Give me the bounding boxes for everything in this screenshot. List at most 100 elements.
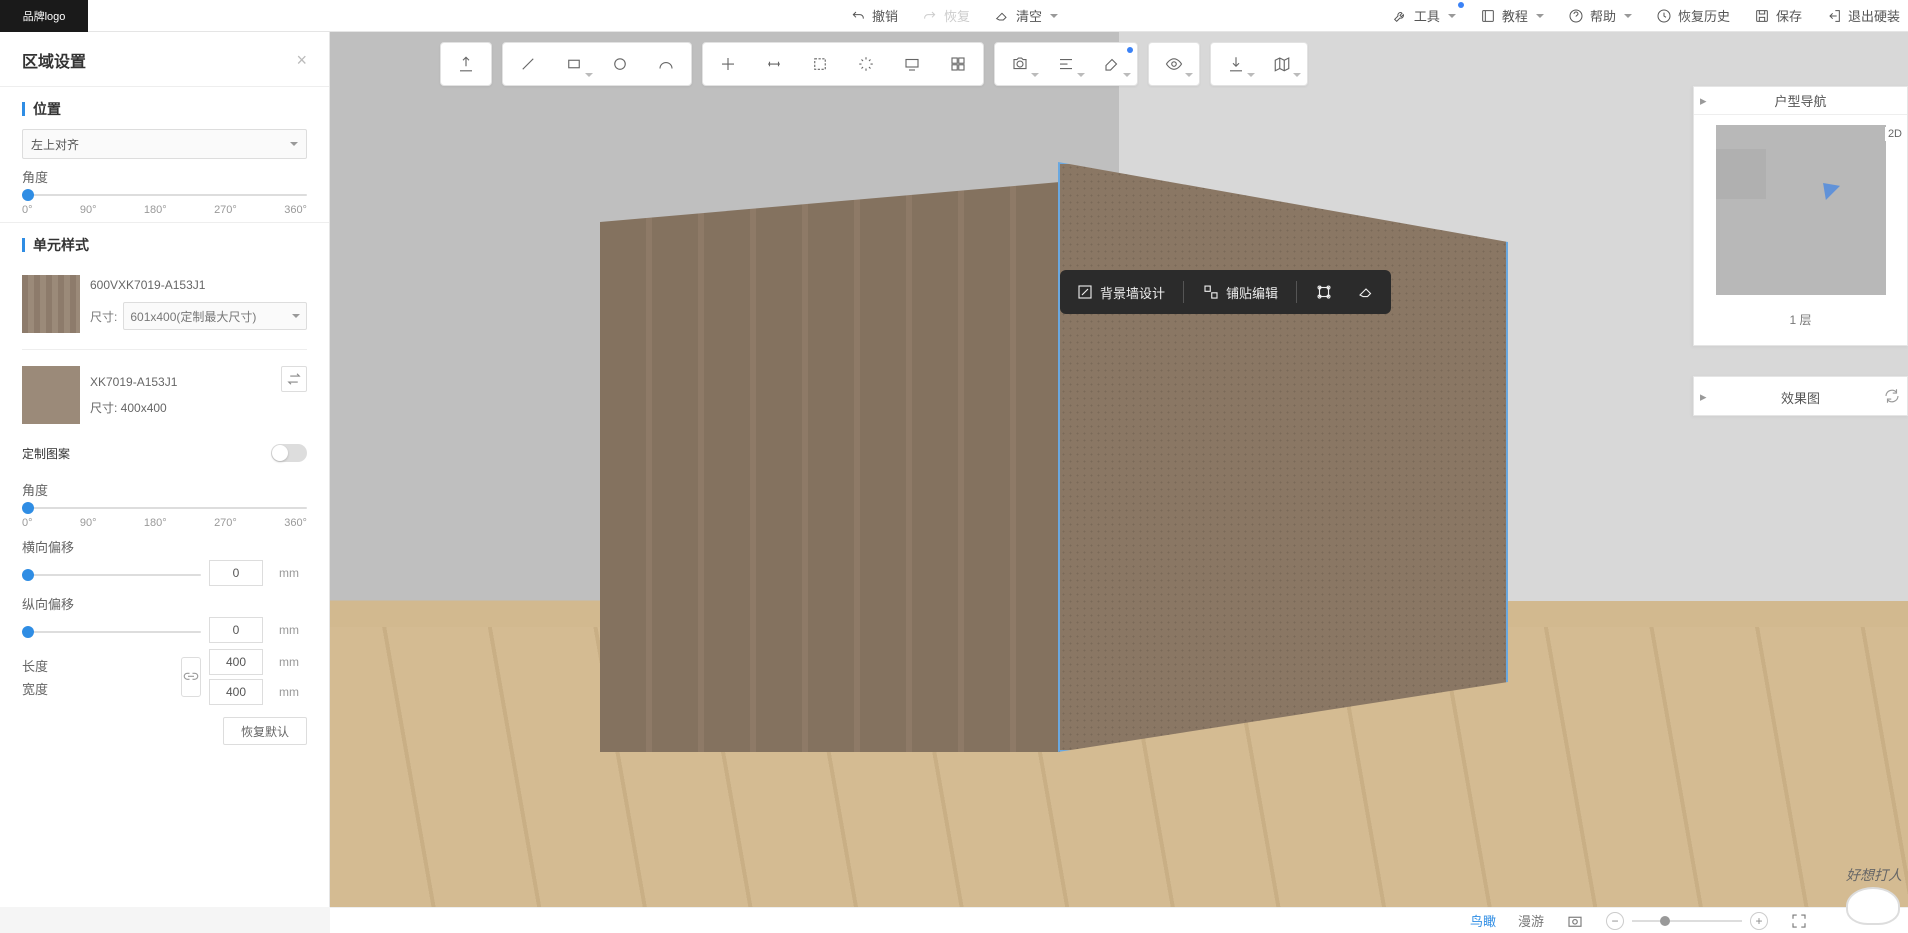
clear-button[interactable]: 清空 (994, 6, 1058, 25)
exit-button[interactable]: 退出硬装 (1826, 6, 1900, 25)
chevron-down-icon (290, 142, 298, 146)
help-button[interactable]: 帮助 (1568, 6, 1632, 25)
fullscreen-icon[interactable] (1790, 912, 1808, 930)
sidebar-title: 区域设置 (22, 48, 86, 72)
material-thumbnail[interactable] (22, 366, 80, 424)
arc-tool-icon[interactable] (643, 45, 689, 83)
download-tool-icon[interactable] (1213, 45, 1259, 83)
slider-thumb[interactable] (22, 569, 34, 581)
swap-icon[interactable] (281, 366, 307, 392)
angle-slider[interactable]: 0°90°180°270°360° (22, 190, 307, 216)
voffset-input[interactable] (209, 617, 263, 643)
exit-icon (1826, 8, 1842, 24)
dimension-tool-icon[interactable] (751, 45, 797, 83)
minimap[interactable] (1716, 125, 1886, 295)
hoffset-row: mm (22, 560, 307, 586)
tutorial-button[interactable]: 教程 (1480, 6, 1544, 25)
tile-edit-button[interactable]: 铺贴编辑 (1192, 277, 1288, 308)
roam-tab[interactable]: 漫游 (1518, 911, 1544, 930)
hoffset-slider[interactable] (22, 570, 201, 576)
zoom-out-button[interactable]: − (1606, 912, 1624, 930)
angle-label: 角度 (22, 167, 307, 186)
history-button[interactable]: 恢复历史 (1656, 6, 1730, 25)
screen-tool-icon[interactable] (889, 45, 935, 83)
undo-button[interactable]: 撤销 (850, 6, 898, 25)
erase-icon[interactable] (1347, 276, 1385, 308)
hoffset-input[interactable] (209, 560, 263, 586)
align-tool-icon[interactable] (1043, 45, 1089, 83)
size-select[interactable]: 601x400(定制最大尺寸) (123, 302, 307, 330)
angle-ticks: 0°90°180°270°360° (22, 204, 307, 216)
paint-tool-icon[interactable] (1089, 45, 1135, 83)
collapse-icon[interactable]: ▸ (1700, 93, 1707, 109)
angle2-slider[interactable]: 0°90°180°270°360° (22, 503, 307, 529)
wall-right-face-selected[interactable] (1058, 162, 1508, 752)
visibility-tool-icon[interactable] (1151, 45, 1197, 83)
wall-design-button[interactable]: 背景墙设计 (1066, 277, 1175, 308)
render-panel: ▸ 效果图 (1693, 376, 1908, 416)
material-thumbnail[interactable] (22, 275, 80, 333)
mascot: 好想打人 (1846, 865, 1902, 925)
custom-pattern-toggle[interactable] (271, 444, 307, 462)
grid-tool-icon[interactable] (935, 45, 981, 83)
floor-label[interactable]: 1 层 (1694, 305, 1907, 334)
unit-mm: mm (271, 679, 307, 705)
separator (1183, 281, 1184, 303)
save-icon (1754, 8, 1770, 24)
save-button[interactable]: 保存 (1754, 6, 1802, 25)
alignment-select[interactable]: 左上对齐 (22, 129, 307, 159)
wall-left-face[interactable] (600, 182, 1060, 752)
material-name: XK7019-A153J1 (90, 375, 271, 389)
material-row-1: 600VXK7019-A153J1 尺寸: 601x400(定制最大尺寸) (22, 265, 307, 343)
viewport-3d[interactable] (330, 32, 1908, 907)
map-tool-icon[interactable] (1259, 45, 1305, 83)
exit-label: 退出硬装 (1848, 6, 1900, 25)
wall-context-toolbar: 背景墙设计 铺贴编辑 (1060, 270, 1391, 314)
collapse-icon[interactable]: ▸ (1700, 389, 1707, 405)
unit-mm: mm (271, 617, 307, 643)
select-area-icon[interactable] (797, 45, 843, 83)
tools-button[interactable]: 工具 (1392, 6, 1456, 25)
chevron-down-icon (1050, 14, 1058, 18)
voffset-row: mm (22, 617, 307, 643)
redo-icon (922, 8, 938, 24)
map-2d-toggle[interactable]: 2D (1885, 127, 1905, 141)
anchor-tool-icon[interactable] (705, 45, 751, 83)
tools-label: 工具 (1414, 6, 1440, 25)
unit-mm: mm (271, 649, 307, 675)
length-input[interactable] (209, 649, 263, 675)
light-tool-icon[interactable] (843, 45, 889, 83)
header-right: 工具 教程 帮助 恢复历史 保存 退出硬装 (1392, 6, 1900, 25)
snapshot-icon[interactable] (1566, 912, 1584, 930)
slider-thumb[interactable] (22, 626, 34, 638)
camera-tool-icon[interactable] (997, 45, 1043, 83)
transform-icon[interactable] (1305, 276, 1343, 308)
refresh-icon[interactable] (1883, 387, 1901, 408)
line-tool-icon[interactable] (505, 45, 551, 83)
minimap-camera-icon (1815, 176, 1839, 200)
nav-panel-header: ▸ 户型导航 (1694, 87, 1907, 115)
slider-thumb[interactable] (22, 189, 34, 201)
voffset-label: 纵向偏移 (22, 594, 307, 613)
voffset-slider[interactable] (22, 627, 201, 633)
circle-tool-icon[interactable] (597, 45, 643, 83)
rect-tool-icon[interactable] (551, 45, 597, 83)
divider (22, 349, 307, 350)
birdview-tab[interactable]: 鸟瞰 (1470, 911, 1496, 930)
redo-button[interactable]: 恢复 (922, 6, 970, 25)
top-header: 品牌logo 撤销 恢复 清空 工具 教程 帮助 (0, 0, 1908, 32)
close-icon[interactable]: × (296, 50, 307, 71)
zoom-slider-track[interactable] (1632, 920, 1742, 922)
link-dimensions-icon[interactable] (181, 657, 201, 697)
width-input[interactable] (209, 679, 263, 705)
reset-default-button[interactable]: 恢复默认 (223, 717, 307, 745)
zoom-in-button[interactable]: + (1750, 912, 1768, 930)
undo-label: 撤销 (872, 6, 898, 25)
zoom-slider-thumb[interactable] (1660, 916, 1670, 926)
floorplan-nav-panel: ▸ 户型导航 2D 1 层 (1693, 86, 1908, 346)
slider-thumb[interactable] (22, 502, 34, 514)
material-name: 600VXK7019-A153J1 (90, 278, 307, 292)
mascot-face-icon (1846, 887, 1900, 925)
upload-icon[interactable] (443, 45, 489, 83)
bottom-bar: 鸟瞰 漫游 − + (330, 907, 1908, 933)
